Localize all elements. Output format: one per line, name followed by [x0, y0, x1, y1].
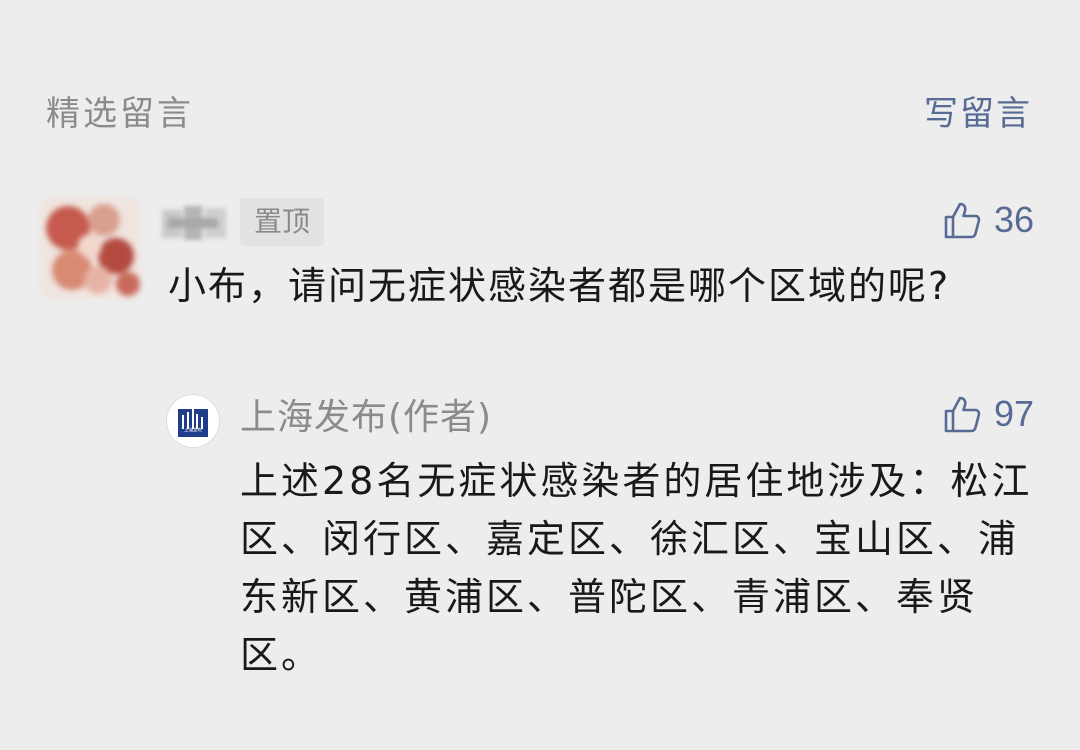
- author-name: 上海发布(作者): [240, 397, 493, 438]
- user-avatar[interactable]: [40, 198, 140, 298]
- author-avatar-text: 上海发布: [184, 427, 202, 434]
- reply-like-button[interactable]: 97: [942, 394, 1034, 434]
- featured-comments-title: 精选留言: [46, 94, 194, 134]
- comment-like-count: 36: [993, 199, 1034, 240]
- reply-text: 上述28名无症状感染者的居住地涉及：松江区、闵行区、嘉定区、徐汇区、宝山区、浦东…: [240, 459, 1033, 677]
- reply-like-count: 97: [993, 393, 1034, 434]
- author-avatar[interactable]: 上海发布: [166, 394, 220, 448]
- user-nickname-blurred: [160, 200, 228, 248]
- write-comment-link[interactable]: 写留言: [924, 94, 1032, 134]
- thumbs-up-icon: [942, 200, 982, 240]
- comment-text: 小布，请问无症状感染者都是哪个区域的呢?: [168, 264, 951, 308]
- thumbs-up-icon: [942, 394, 982, 434]
- pinned-badge: 置顶: [240, 198, 325, 246]
- avatar-image: [40, 198, 140, 298]
- comment-like-button[interactable]: 36: [942, 200, 1034, 240]
